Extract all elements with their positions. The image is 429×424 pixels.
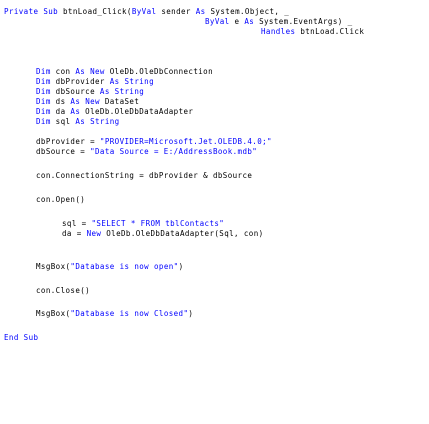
code-keyword-token: As xyxy=(75,67,86,76)
code-line-dim-dbprovider: Dim dbProvider As String xyxy=(36,77,154,87)
code-keyword-token: As xyxy=(99,87,110,96)
code-text-token: con.Close() xyxy=(36,286,91,295)
code-line-dim-sql: Dim sql As String xyxy=(36,117,120,127)
code-text-token: e xyxy=(229,17,245,26)
code-keyword-token: "PROVIDER=Microsoft.Jet.OLEDB.4.0;" xyxy=(99,137,272,146)
code-line-con-open: con.Open() xyxy=(36,195,85,205)
code-keyword-token: Dim xyxy=(36,67,51,76)
code-line-handles: Handles btnLoad.Click xyxy=(261,27,364,37)
code-line-assign-sql: sql = "SELECT * FROM tblContacts" xyxy=(62,219,224,229)
code-text-token: con.ConnectionString = dbProvider & dbSo… xyxy=(36,171,253,180)
code-text-token: da xyxy=(50,107,71,116)
code-text-token: dbProvider = xyxy=(36,137,100,146)
code-text-token: dbSource = xyxy=(36,147,91,156)
code-text-token: sql xyxy=(50,117,76,126)
code-keyword-token: Dim xyxy=(36,87,51,96)
code-keyword-token: "Data Source = E:/AddressBook.mdb" xyxy=(90,147,258,156)
code-keyword-token: ByVal xyxy=(205,17,230,26)
code-line-assign-da: da = New OleDb.OleDbDataAdapter(Sql, con… xyxy=(62,229,264,239)
code-keyword-token: Dim xyxy=(36,77,51,86)
code-keyword-token: As xyxy=(244,17,255,26)
code-line-dim-dbsource: Dim dbSource As String xyxy=(36,87,144,97)
code-keyword-token: String xyxy=(124,77,155,86)
code-keyword-token: New xyxy=(90,67,105,76)
code-text-token: da = xyxy=(62,229,87,238)
code-keyword-token: As xyxy=(70,107,81,116)
code-keyword-token: ByVal xyxy=(131,7,157,16)
code-keyword-token: Handles xyxy=(261,27,296,36)
code-keyword-token: String xyxy=(90,117,120,126)
code-line-end-sub: End Sub xyxy=(4,333,38,343)
code-text-token: dbProvider xyxy=(50,77,110,86)
code-text-token: btnLoad_Click( xyxy=(58,7,132,16)
code-keyword-token: Dim xyxy=(36,97,51,106)
code-text-token: sender xyxy=(156,7,196,16)
code-text-token: OleDb.OleDbConnection xyxy=(104,67,213,76)
code-text-token: System.EventArgs) _ xyxy=(254,17,353,26)
code-line-connection-string: con.ConnectionString = dbProvider & dbSo… xyxy=(36,171,252,181)
code-keyword-token: String xyxy=(114,87,145,96)
code-keyword-token: End xyxy=(4,333,19,342)
code-text-token: btnLoad.Click xyxy=(295,27,365,36)
code-line-dim-con: Dim con As New OleDb.OleDbConnection xyxy=(36,67,213,77)
code-line-assign-dbprovider: dbProvider = "PROVIDER=Microsoft.Jet.OLE… xyxy=(36,137,272,147)
code-text-token: con.Open() xyxy=(36,195,86,204)
code-keyword-token: Dim xyxy=(36,117,51,126)
code-text-token: MsgBox( xyxy=(36,262,71,271)
code-keyword-token: Sub xyxy=(43,7,59,16)
code-keyword-token: As xyxy=(109,77,120,86)
code-keyword-token: "Database is now open" xyxy=(70,262,179,271)
code-keyword-token: Dim xyxy=(36,107,51,116)
code-line-assign-dbsource: dbSource = "Data Source = E:/AddressBook… xyxy=(36,147,257,157)
code-line-dim-ds: Dim ds As New DataSet xyxy=(36,97,139,107)
code-text-token: ) xyxy=(178,262,184,271)
code-text-token: OleDb.OleDbDataAdapter(Sql, con) xyxy=(101,229,264,238)
code-keyword-token: Private xyxy=(4,7,39,16)
code-text-token: dbSource xyxy=(50,87,100,96)
code-listing: Private Sub btnLoad_Click(ByVal sender A… xyxy=(0,0,429,424)
code-keyword-token: New xyxy=(85,97,100,106)
code-text-token: ) xyxy=(188,309,194,318)
code-keyword-token: "SELECT * FROM tblContacts" xyxy=(91,219,225,228)
code-text-token: System.Object, _ xyxy=(205,7,290,16)
code-line-sub-signature: Private Sub btnLoad_Click(ByVal sender A… xyxy=(4,7,289,17)
code-keyword-token: As xyxy=(75,117,86,126)
code-text-token: OleDb.OleDbDataAdapter xyxy=(80,107,194,116)
code-text-token: ds xyxy=(50,97,71,106)
code-keyword-token: As xyxy=(70,97,81,106)
code-keyword-token: Sub xyxy=(23,333,39,342)
code-text-token: DataSet xyxy=(99,97,140,106)
code-keyword-token: "Database is now Closed" xyxy=(70,309,189,318)
code-keyword-token: As xyxy=(195,7,206,16)
code-line-msgbox-closed: MsgBox("Database is now Closed") xyxy=(36,309,193,319)
code-line-con-close: con.Close() xyxy=(36,286,90,296)
code-text-token: MsgBox( xyxy=(36,309,71,318)
code-text-token: con xyxy=(50,67,76,76)
code-line-sub-param-e: ByVal e As System.EventArgs) _ xyxy=(205,17,352,27)
code-keyword-token: New xyxy=(86,229,102,238)
code-text-token: sql = xyxy=(62,219,92,228)
code-line-msgbox-open: MsgBox("Database is now open") xyxy=(36,262,183,272)
code-line-dim-da: Dim da As OleDb.OleDbDataAdapter xyxy=(36,107,193,117)
